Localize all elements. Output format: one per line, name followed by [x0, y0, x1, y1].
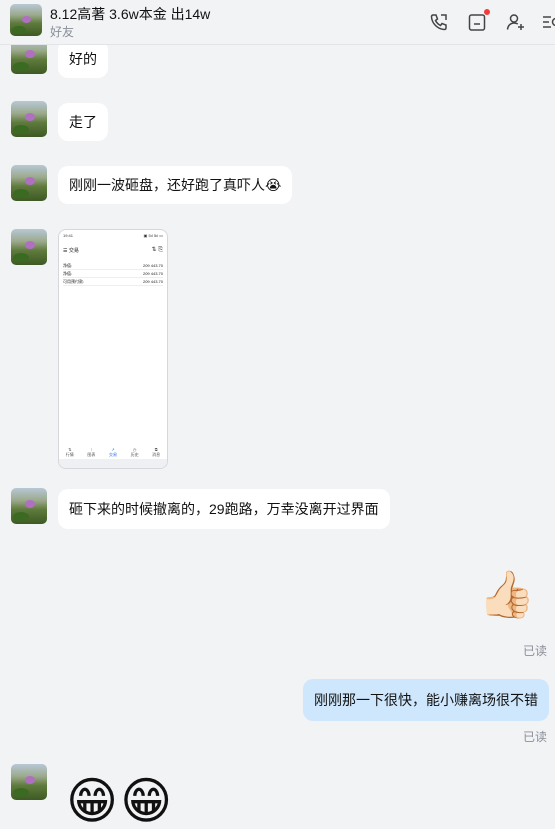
screenshot-nav-title: ☰ 交易: [63, 248, 79, 254]
chat-title: 8.12高著 3.6w本金 出14w: [50, 6, 211, 22]
account-rows: 净值: 209 443.70 净值: 209 443.70 可用预付款: 209 44…: [63, 262, 163, 286]
screenshot-tab-bar: ⇅ 行情 ⫶ 图表 ↗ 交易 ◷ 历史 ⧉ 消息: [59, 447, 167, 458]
tab-chart: ⫶ 图表: [87, 447, 96, 457]
tab-messages: ⧉ 消息: [152, 447, 161, 457]
message-bubble[interactable]: 好的: [58, 40, 108, 78]
screenshot-nav-icons: ⇅ ⎘: [151, 247, 164, 253]
contact-avatar[interactable]: [10, 4, 42, 36]
message-bubble[interactable]: 刚刚那一下很快，能小赚离场很不错: [303, 679, 549, 721]
account-row: 净值: 209 443.70: [63, 271, 163, 278]
notification-badge: [484, 9, 490, 15]
message-bubble[interactable]: 走了: [58, 103, 108, 141]
account-row: 可用预付款: 209 443.70: [63, 279, 163, 286]
more-icon[interactable]: [540, 11, 555, 33]
tab-quotes: ⇅ 行情: [65, 447, 74, 457]
grinning-emoji[interactable]: 😁😁: [66, 772, 174, 829]
contact-avatar[interactable]: [11, 101, 47, 137]
tab-history: ◷ 历史: [130, 447, 139, 457]
status-indicators: ▣ 5ıl 5ıl ▭: [143, 233, 163, 238]
chat-header: 8.12高著 3.6w本金 出14w 好友: [0, 0, 555, 45]
contact-avatar[interactable]: [11, 764, 47, 800]
contact-avatar[interactable]: [11, 165, 47, 201]
read-receipt: 已读: [522, 644, 547, 658]
read-receipt: 已读: [522, 730, 547, 744]
call-icon[interactable]: [428, 11, 450, 33]
contact-avatar[interactable]: [11, 488, 47, 524]
screenshot-bottom-bar: [59, 459, 167, 468]
thumbs-up-emoji[interactable]: 👍🏻: [478, 566, 535, 622]
message-bubble[interactable]: 刚刚一波砸盘，还好跑了真吓人😭: [58, 166, 293, 204]
chat-subtitle: 好友: [50, 25, 75, 39]
add-user-icon[interactable]: [504, 11, 526, 33]
tab-trade: ↗ 交易: [108, 447, 117, 457]
account-row: 净值: 209 443.70: [63, 263, 163, 270]
contact-avatar[interactable]: [11, 229, 47, 265]
message-text: 刚刚一波砸盘，还好跑了真吓人: [69, 177, 265, 193]
status-time: 19:41: [63, 233, 74, 238]
message-bubble[interactable]: 砸下来的时候撤离的，29跑路，万幸没离开过界面: [58, 489, 390, 529]
image-message[interactable]: 19:41 ▣ 5ıl 5ıl ▭ ☰ 交易 ⇅ ⎘ 净值: 209 443.70…: [58, 229, 168, 469]
file-icon[interactable]: [466, 9, 490, 33]
crying-emoji: 😭: [265, 177, 282, 193]
